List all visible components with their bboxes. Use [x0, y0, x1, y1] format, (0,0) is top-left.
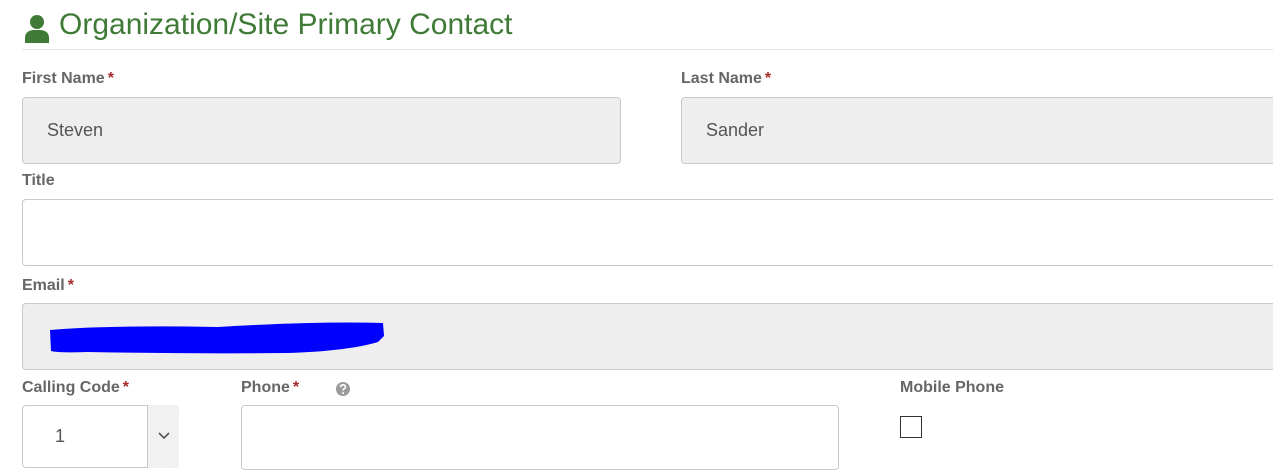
- title-label: Title: [22, 172, 55, 189]
- required-marker: *: [67, 277, 74, 294]
- last-name-label: Last Name *: [681, 70, 772, 87]
- required-marker: *: [292, 379, 300, 396]
- calling-code-dropdown-button[interactable]: [147, 405, 179, 468]
- mobile-phone-label: Mobile Phone: [900, 379, 1004, 396]
- required-marker: *: [764, 70, 772, 87]
- title-input[interactable]: [22, 199, 1273, 266]
- last-name-input[interactable]: Sander: [681, 97, 1273, 164]
- email-input[interactable]: [22, 303, 1273, 370]
- mobile-phone-checkbox[interactable]: [900, 416, 922, 438]
- first-name-input[interactable]: Steven: [22, 97, 621, 164]
- phone-label: Phone *: [241, 379, 300, 396]
- required-marker: *: [122, 379, 130, 396]
- calling-code-label: Calling Code *: [22, 379, 130, 396]
- first-name-label: First Name *: [22, 70, 114, 87]
- phone-input[interactable]: [241, 405, 839, 470]
- required-marker: *: [107, 70, 114, 87]
- user-icon: [25, 15, 49, 43]
- section-heading: Organization/Site Primary Contact: [22, 4, 1273, 50]
- email-label: Email *: [22, 277, 74, 294]
- section-title: Organization/Site Primary Contact: [59, 8, 513, 41]
- chevron-down-icon: [158, 432, 170, 440]
- email-redaction: [50, 322, 384, 354]
- help-icon[interactable]: [335, 381, 351, 397]
